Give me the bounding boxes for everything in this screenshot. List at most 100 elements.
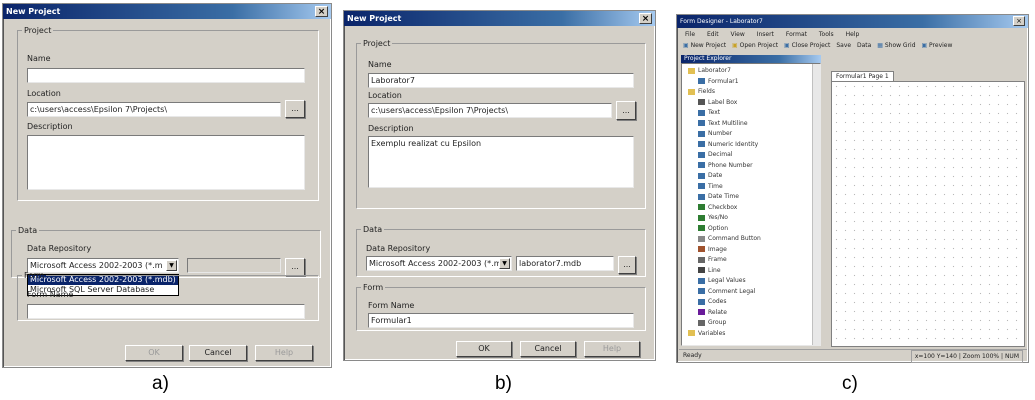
text-icon: [698, 109, 705, 116]
form-name-label: Form Name: [27, 290, 74, 299]
tree-item[interactable]: Numeric Identity: [698, 141, 758, 149]
tree-item[interactable]: Relate: [698, 309, 727, 317]
tree-item[interactable]: Decimal: [698, 151, 732, 159]
tree-item[interactable]: Text Multiline: [698, 120, 748, 128]
tree-item[interactable]: Time: [698, 183, 723, 191]
menu-insert[interactable]: Insert: [757, 31, 774, 38]
data-repository-label: Data Repository: [27, 244, 92, 253]
list-icon: [698, 288, 705, 294]
folder-icon: [688, 88, 695, 95]
data-button[interactable]: Data: [857, 42, 871, 49]
form-legend: Form: [363, 283, 384, 292]
tree-item[interactable]: Group: [698, 319, 726, 327]
tree-item[interactable]: Comment Legal: [698, 288, 755, 296]
tree-item[interactable]: Number: [698, 130, 732, 138]
status-coordinates: x=100 Y=140 | Zoom 100% | NUM: [910, 350, 1023, 363]
tree-item[interactable]: Codes: [698, 298, 727, 306]
chevron-down-icon[interactable]: ▼: [166, 260, 177, 271]
tree-item[interactable]: Fields: [688, 88, 715, 96]
tree-item-label: Codes: [708, 298, 727, 305]
tree-item[interactable]: Line: [698, 267, 721, 275]
caption-c: c): [842, 373, 858, 394]
open-project-button[interactable]: ▣ Open Project: [732, 42, 778, 49]
tree-scrollbar[interactable]: [812, 64, 820, 345]
location-field[interactable]: c:\users\access\Epsilon 7\Projects\: [368, 103, 612, 118]
description-field[interactable]: Exemplu realizat cu Epsilon: [368, 136, 634, 188]
tree-item-label: Option: [708, 224, 729, 232]
help-button[interactable]: Help: [255, 345, 313, 361]
menu-help[interactable]: Help: [846, 31, 860, 38]
project-tree[interactable]: Laborator7 Formular1 Fields Label Box Text Te…: [681, 63, 821, 346]
tree-item[interactable]: Formular1: [698, 78, 739, 86]
tree-item[interactable]: Legal Values: [698, 277, 746, 285]
phone-icon: [698, 162, 705, 168]
data-browse-button[interactable]: ...: [618, 256, 636, 274]
name-field[interactable]: Laborator7: [368, 73, 634, 88]
tree-item[interactable]: Laborator7: [688, 67, 731, 75]
close-icon[interactable]: ×: [315, 6, 328, 17]
form-name-field[interactable]: [27, 304, 305, 319]
data-repository-value: Microsoft Access 2002-2003 (*.m: [369, 259, 502, 268]
tree-item-label: Command Button: [708, 235, 761, 242]
tree-item[interactable]: Text: [698, 109, 720, 117]
option-icon: [698, 225, 705, 231]
tree-item-label: Relate: [708, 308, 727, 316]
help-button[interactable]: Help: [584, 341, 640, 357]
location-field[interactable]: c:\users\access\Epsilon 7\Projects\: [27, 102, 281, 117]
number-icon: [698, 151, 705, 158]
dialog-title-bar[interactable]: New Project ×: [344, 11, 655, 26]
name-field[interactable]: [27, 68, 305, 83]
menu-view[interactable]: View: [731, 31, 745, 38]
form-canvas[interactable]: [831, 81, 1025, 347]
tree-item[interactable]: Frame: [698, 256, 727, 264]
save-button[interactable]: Save: [836, 42, 851, 49]
show-grid-button[interactable]: ▦ Show Grid: [877, 42, 915, 49]
app-title-bar[interactable]: Form Designer - Laborator7 ×: [677, 15, 1028, 28]
ok-button[interactable]: OK: [456, 341, 512, 357]
data-repository-select[interactable]: Microsoft Access 2002-2003 (*.m ▼: [366, 256, 512, 271]
cancel-button[interactable]: Cancel: [520, 341, 576, 357]
tree-item[interactable]: Checkbox: [698, 204, 737, 212]
data-file-field[interactable]: laborator7.mdb: [516, 256, 614, 271]
browse-button[interactable]: ...: [285, 100, 305, 118]
tree-item[interactable]: Date: [698, 172, 722, 180]
tree-item[interactable]: Option: [698, 225, 728, 233]
list-icon: [698, 277, 705, 284]
new-project-button[interactable]: ▣ New Project: [683, 42, 726, 49]
tree-item[interactable]: Yes/No: [698, 214, 728, 222]
menu-edit[interactable]: Edit: [707, 31, 719, 38]
location-label: Location: [368, 91, 402, 100]
tree-item-label: Group: [708, 319, 727, 326]
form-icon: [698, 78, 705, 84]
tree-item[interactable]: Image: [698, 246, 727, 254]
status-ready: Ready: [683, 352, 702, 359]
tree-item[interactable]: Command Button: [698, 235, 761, 243]
check-icon: [698, 214, 705, 221]
menu-tools[interactable]: Tools: [819, 31, 834, 38]
dialog-title-bar[interactable]: New Project ×: [3, 4, 331, 19]
tree-item[interactable]: Variables: [688, 330, 725, 338]
tree-item[interactable]: Phone Number: [698, 162, 753, 170]
menu-format[interactable]: Format: [786, 31, 807, 38]
chevron-down-icon[interactable]: ▼: [499, 258, 510, 269]
close-icon[interactable]: ×: [1013, 16, 1025, 26]
close-project-button[interactable]: ▣ Close Project: [784, 42, 830, 49]
browse-button[interactable]: ...: [616, 101, 636, 120]
tree-item-label: Fields: [698, 88, 715, 95]
tree-item[interactable]: Label Box: [698, 99, 737, 107]
menu-file[interactable]: File: [685, 31, 695, 38]
tree-header: Project Explorer: [681, 55, 821, 63]
cancel-button[interactable]: Cancel: [189, 345, 247, 361]
name-label: Name: [27, 54, 51, 63]
description-field[interactable]: [27, 135, 305, 190]
ok-button[interactable]: OK: [125, 345, 183, 361]
tree-item-label: Decimal: [708, 151, 733, 158]
preview-button[interactable]: ▣ Preview: [921, 42, 952, 49]
date-icon: [698, 172, 705, 179]
tree-item[interactable]: Date Time: [698, 193, 739, 201]
form-tab[interactable]: Formular1 Page 1: [831, 71, 894, 81]
form-name-field[interactable]: Formular1: [368, 313, 634, 328]
number-icon: [698, 141, 705, 147]
list-icon: [698, 298, 705, 305]
close-icon[interactable]: ×: [639, 13, 652, 24]
